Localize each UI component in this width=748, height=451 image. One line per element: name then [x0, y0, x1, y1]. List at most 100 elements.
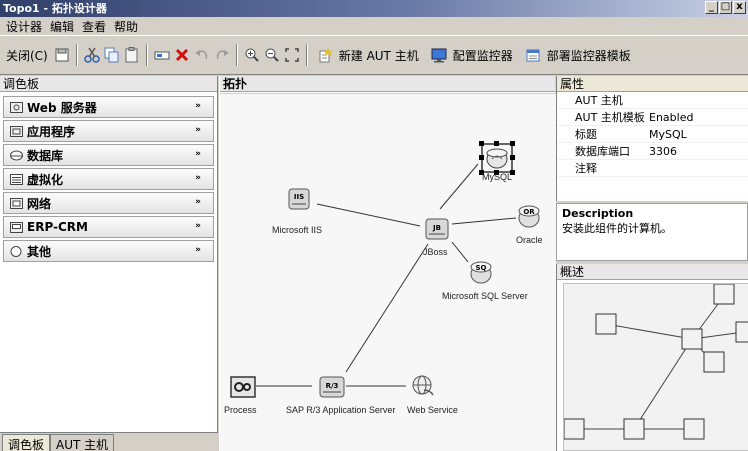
delete-icon[interactable] — [173, 46, 191, 64]
chevron-down-icon: » — [195, 245, 201, 255]
overview-minimap — [563, 283, 748, 440]
palette-pane: 调色板 Web 服务器 » 应用程序 » 数据库 » 虚拟化 » 网络 » ER… — [0, 76, 218, 451]
overview-node — [735, 321, 748, 343]
chevron-down-icon: » — [195, 149, 201, 159]
menu-bar: 设计器 编辑 查看 帮助 — [0, 17, 748, 35]
property-value[interactable] — [647, 159, 748, 177]
property-value[interactable] — [647, 92, 748, 109]
configure-monitor-button[interactable]: 配置监控器 — [427, 46, 519, 64]
copy-icon[interactable] — [103, 46, 121, 64]
property-key: AUT 主机 — [557, 92, 647, 109]
property-row[interactable]: AUT 主机模板 Enabled — [557, 108, 748, 126]
properties-table: AUT 主机 AUT 主机模板 Enabled 标题 MySQL 数据库端口 3306… — [557, 92, 748, 177]
palette-item-label: Web 服务器 — [27, 100, 97, 115]
mysql-node-label: MySQL — [482, 172, 513, 182]
palette-item-network[interactable]: 网络 » — [3, 192, 214, 214]
minimize-button[interactable]: _ — [705, 1, 718, 14]
jboss-badge: JB — [432, 224, 441, 232]
property-row[interactable]: 数据库端口 3306 — [557, 142, 748, 160]
palette-item-label: 其他 — [27, 244, 52, 259]
process-node-label: Process — [224, 405, 257, 415]
sap-badge: R/3 — [326, 382, 339, 390]
tab-palette[interactable]: 调色板 — [2, 434, 51, 451]
property-key: 注释 — [557, 159, 647, 177]
menu-view[interactable]: 查看 — [78, 18, 110, 35]
description-text: 安装此组件的计算机。 — [562, 222, 672, 235]
template-icon — [524, 46, 542, 64]
topology-canvas[interactable]: IIS Microsoft IIS JB JBoss MySQL OR Orac… — [220, 93, 556, 451]
property-key: 标题 — [557, 125, 647, 143]
property-row[interactable]: AUT 主机 — [557, 92, 748, 109]
property-row[interactable]: 标题 MySQL — [557, 125, 748, 143]
mysql-node[interactable] — [478, 140, 516, 176]
chevron-down-icon: » — [195, 173, 201, 183]
palette-item-web-server[interactable]: Web 服务器 » — [3, 96, 214, 118]
rename-icon[interactable] — [153, 46, 171, 64]
zoom-out-icon[interactable] — [263, 46, 281, 64]
database-icon — [10, 150, 23, 161]
palette-item-virtualization[interactable]: 虚拟化 » — [3, 168, 214, 190]
toolbar-separator — [145, 44, 148, 66]
chevron-down-icon: » — [195, 197, 201, 207]
mysql-node-icon — [479, 141, 515, 175]
palette-title: 调色板 — [0, 76, 217, 92]
mssql-node-icon[interactable]: SQ — [470, 260, 492, 284]
deploy-template-button[interactable]: 部署监控器模板 — [521, 46, 637, 64]
webservice-node-icon[interactable] — [410, 374, 436, 398]
link-jboss-mssql — [451, 241, 469, 263]
cut-icon[interactable] — [83, 46, 101, 64]
close-window-button[interactable]: x — [733, 1, 746, 14]
property-row[interactable]: 注释 — [557, 159, 748, 177]
redo-icon[interactable] — [213, 46, 231, 64]
description-box: Description 安装此组件的计算机。 — [556, 203, 748, 261]
menu-help[interactable]: 帮助 — [110, 18, 142, 35]
palette-item-other[interactable]: 其他 » — [3, 240, 214, 262]
other-icon — [10, 245, 23, 257]
overview-node — [713, 283, 735, 305]
maximize-button[interactable]: □ — [719, 1, 732, 14]
close-button[interactable]: 关闭(C) — [3, 47, 51, 64]
chevron-down-icon: » — [195, 101, 201, 111]
property-value[interactable]: Enabled — [647, 108, 748, 126]
chevron-down-icon: » — [195, 125, 201, 135]
palette-item-label: 虚拟化 — [27, 172, 64, 187]
application-icon — [10, 125, 23, 137]
paste-icon[interactable] — [123, 46, 141, 64]
tab-aut-host[interactable]: AUT 主机 — [50, 434, 115, 451]
toolbar-separator — [305, 44, 308, 66]
zoom-in-icon[interactable] — [243, 46, 261, 64]
jboss-node-label: JBoss — [423, 247, 448, 257]
window-title: Topo1 - 拓扑设计器 — [3, 2, 107, 15]
description-title: Description — [562, 207, 634, 220]
mssql-badge: SQ — [476, 264, 487, 272]
palette-item-label: 网络 — [27, 196, 52, 211]
oracle-node-icon[interactable]: OR — [518, 204, 540, 228]
virtualization-icon — [10, 173, 23, 185]
link-jboss-oracle — [451, 217, 517, 225]
fit-to-window-icon[interactable] — [283, 46, 301, 64]
property-value[interactable]: 3306 — [647, 142, 748, 160]
palette-item-application[interactable]: 应用程序 » — [3, 120, 214, 142]
sap-node-icon[interactable]: R/3 — [319, 376, 345, 398]
save-icon[interactable] — [53, 46, 71, 64]
menu-designer[interactable]: 设计器 — [2, 18, 46, 35]
palette-tabs: 调色板 AUT 主机 — [0, 432, 218, 451]
overview-node — [623, 418, 645, 440]
overview-canvas[interactable] — [563, 283, 748, 451]
property-value[interactable]: MySQL — [647, 125, 748, 143]
jboss-node-icon[interactable]: JB — [425, 218, 449, 240]
erp-icon — [10, 221, 23, 233]
web-server-icon — [10, 101, 23, 113]
menu-edit[interactable]: 编辑 — [46, 18, 78, 35]
new-aut-host-button[interactable]: 新建 AUT 主机 — [313, 46, 425, 64]
iis-badge: IIS — [294, 193, 304, 201]
process-node-icon[interactable] — [230, 376, 256, 398]
topology-pane: 拓扑 IIS Microsoft IIS JB JBoss MySQL OR O… — [219, 76, 556, 451]
palette-item-erp-crm[interactable]: ERP-CRM » — [3, 216, 214, 238]
palette-item-database[interactable]: 数据库 » — [3, 144, 214, 166]
iis-node-icon[interactable]: IIS — [288, 188, 310, 210]
webservice-node-label: Web Service — [407, 405, 458, 415]
properties-pane: 属性 AUT 主机 AUT 主机模板 Enabled 标题 MySQL 数据库端口 3… — [556, 76, 748, 201]
overview-title: 概述 — [557, 264, 748, 280]
undo-icon[interactable] — [193, 46, 211, 64]
